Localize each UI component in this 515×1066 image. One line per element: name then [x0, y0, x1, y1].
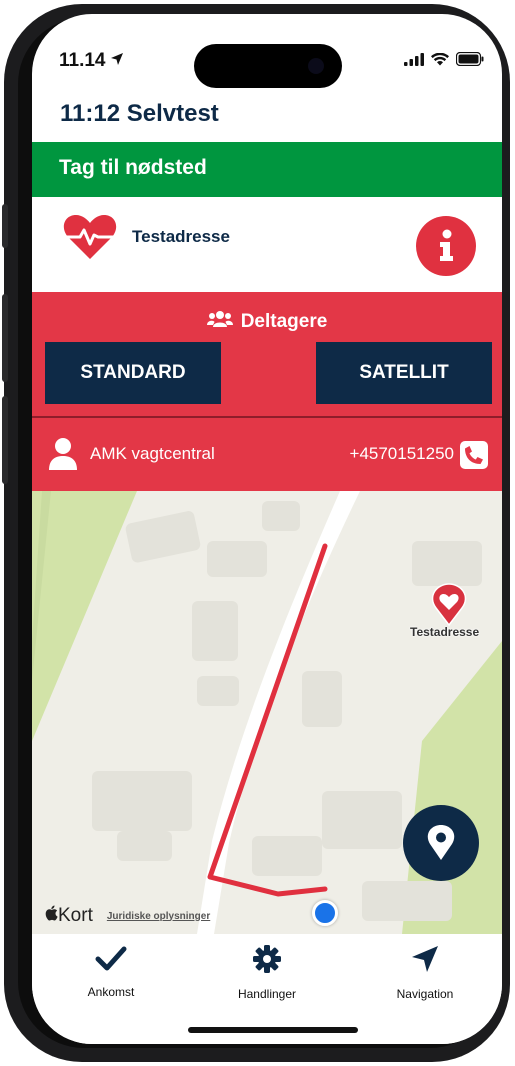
wifi-icon [431, 52, 449, 71]
camera-icon [308, 58, 324, 74]
users-icon [206, 310, 233, 334]
heart-pulse-icon [62, 213, 118, 266]
destination-pin-label: Testadresse [410, 625, 480, 639]
status-time-text: 11.14 [59, 50, 106, 71]
incident-address: Testadresse [132, 227, 230, 246]
incident-address-row: Testadresse [32, 197, 502, 292]
gear-icon [252, 945, 282, 978]
participants-label: Deltagere [240, 311, 328, 332]
page-title: 11:12 Selvtest [60, 100, 219, 127]
nav-navigation-label: Navigation [396, 987, 454, 1001]
contact-phone[interactable]: +4570151250 [350, 444, 454, 464]
info-icon [416, 229, 476, 280]
legal-link[interactable]: Juridiske oplysninger [107, 911, 210, 922]
info-button[interactable] [416, 216, 476, 276]
battery-icon [455, 51, 484, 71]
status-bar: 11.14 [32, 14, 502, 94]
map-brand: Kort [44, 905, 93, 927]
screen: 11.14 11:12 Selvtest Tag til nødsted Tes… [32, 14, 502, 1044]
nav-arrival[interactable]: Ankomst [56, 944, 166, 999]
satellite-map-button[interactable]: SATELLIT [316, 342, 492, 404]
apple-logo-icon [44, 905, 58, 926]
map-marker-icon [427, 825, 455, 866]
participants-header: Deltagere [32, 310, 502, 334]
volume-up-button [2, 294, 8, 382]
nav-navigation[interactable]: Navigation [370, 944, 480, 1001]
signal-icon [404, 52, 424, 71]
user-location-dot [312, 900, 338, 926]
map-attribution: Kort Juridiske oplysninger [44, 905, 210, 927]
nav-actions[interactable]: Handlinger [212, 944, 322, 1001]
status-banner-label: Tag til nødsted [59, 156, 207, 179]
status-icons [404, 51, 484, 71]
standard-map-button[interactable]: STANDARD [45, 342, 221, 404]
checkmark-icon [95, 946, 127, 976]
navigation-arrow-icon [410, 946, 440, 978]
nav-actions-label: Handlinger [237, 987, 297, 1001]
locate-button[interactable] [403, 805, 479, 881]
bottom-nav: Ankomst Handlinger Navigation [32, 934, 502, 1044]
participants-panel: Deltagere STANDARD SATELLIT [32, 292, 502, 416]
phone-icon[interactable] [460, 441, 488, 469]
location-arrow-icon [110, 50, 124, 72]
user-icon [48, 437, 78, 476]
map-brand-text: Kort [58, 905, 93, 926]
map-view[interactable]: Testadresse Kort Juridiske oplysninger [32, 491, 502, 934]
volume-down-button [2, 396, 8, 484]
contact-row[interactable]: AMK vagtcentral +4570151250 [32, 418, 502, 491]
contact-name: AMK vagtcentral [90, 444, 215, 463]
dynamic-island [194, 44, 342, 88]
status-time: 11.14 [59, 50, 124, 72]
home-indicator [188, 1027, 358, 1033]
action-button [2, 204, 8, 248]
status-banner: Tag til nødsted [32, 142, 502, 197]
nav-arrival-label: Ankomst [87, 985, 135, 999]
